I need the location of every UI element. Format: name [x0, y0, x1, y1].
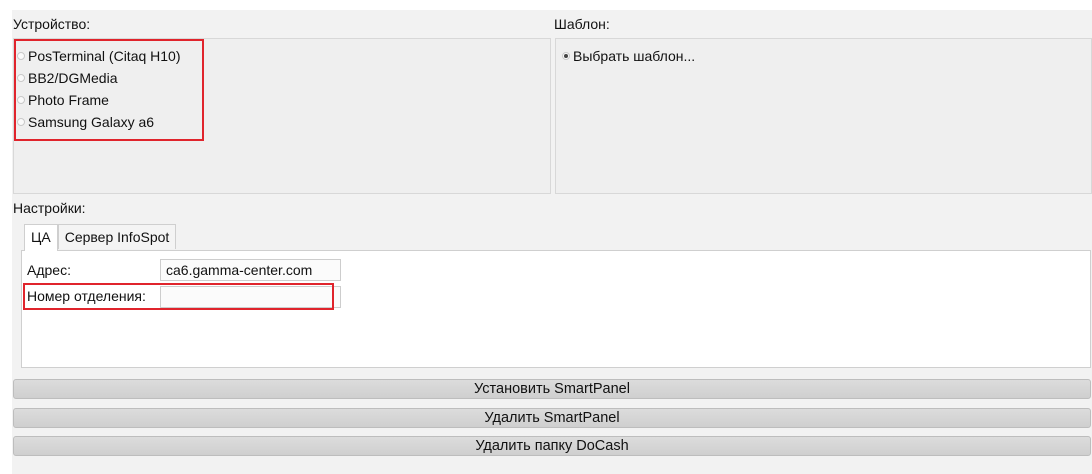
device-radio-group: PosTerminal (Citaq H10) BB2/DGMedia Phot… — [13, 38, 551, 194]
radio-checked-icon[interactable] — [562, 52, 570, 60]
device-option-label: Photo Frame — [28, 92, 109, 108]
address-label: Адрес: — [27, 262, 71, 278]
install-smartpanel-button[interactable]: Установить SmartPanel — [13, 379, 1091, 399]
template-section-label: Шаблон: — [554, 16, 610, 32]
device-option-photo-frame[interactable]: Photo Frame — [17, 89, 181, 111]
template-option-choose[interactable]: Выбрать шаблон... — [562, 45, 695, 67]
device-option-posterminal[interactable]: PosTerminal (Citaq H10) — [17, 45, 181, 67]
settings-section-label: Настройки: — [13, 200, 86, 216]
device-option-samsung[interactable]: Samsung Galaxy a6 — [17, 111, 181, 133]
address-input[interactable]: ca6.gamma-center.com — [160, 259, 341, 281]
radio-icon[interactable] — [17, 118, 25, 126]
radio-icon[interactable] — [17, 52, 25, 60]
installer-window: Устройство: PosTerminal (Citaq H10) BB2/… — [12, 10, 1092, 474]
remove-docash-folder-button[interactable]: Удалить папку DoCash — [13, 436, 1091, 456]
device-section-label: Устройство: — [13, 16, 91, 32]
settings-tabs: ЦА Сервер InfoSpot — [24, 224, 177, 251]
device-option-label: BB2/DGMedia — [28, 70, 118, 86]
template-radio-group: Выбрать шаблон... — [555, 38, 1092, 194]
device-option-label: Samsung Galaxy a6 — [28, 114, 155, 130]
device-option-label: PosTerminal (Citaq H10) — [28, 48, 181, 64]
branch-number-input[interactable] — [160, 286, 341, 308]
device-option-bb2[interactable]: BB2/DGMedia — [17, 67, 181, 89]
remove-smartpanel-button[interactable]: Удалить SmartPanel — [13, 408, 1091, 428]
radio-icon[interactable] — [17, 96, 25, 104]
tab-infospot-server[interactable]: Сервер InfoSpot — [57, 224, 177, 249]
template-option-label: Выбрать шаблон... — [573, 48, 696, 64]
branch-number-label: Номер отделения: — [27, 288, 146, 304]
tab-ca-panel: Адрес: ca6.gamma-center.com Номер отделе… — [21, 250, 1091, 368]
radio-icon[interactable] — [17, 74, 25, 82]
tab-ca[interactable]: ЦА — [24, 224, 58, 251]
